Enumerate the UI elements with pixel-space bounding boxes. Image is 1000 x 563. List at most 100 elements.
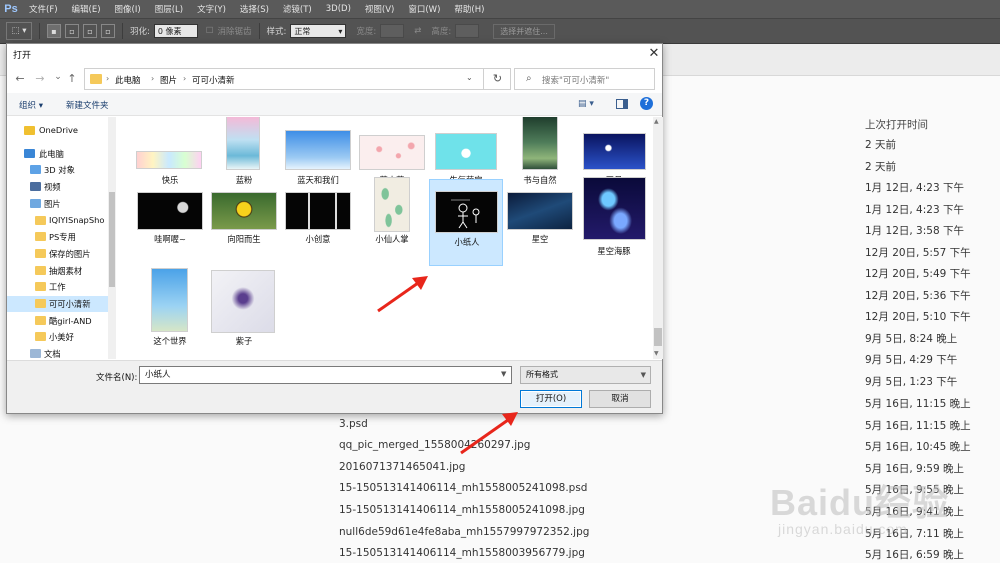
file-item[interactable]: 星空	[503, 189, 577, 267]
width-input[interactable]	[380, 24, 405, 38]
menu-layer[interactable]: 图层(L)	[148, 3, 190, 15]
sidebar-item-label: 视频	[44, 182, 61, 192]
last-opened-date: 1月 12日, 4:23 下午	[865, 204, 964, 216]
new-selection-button[interactable]: ▪	[47, 24, 61, 38]
add-selection-button[interactable]: ▫	[65, 24, 79, 38]
sidebar-item-documents[interactable]: 文档	[7, 346, 115, 359]
cancel-button[interactable]: 取消	[589, 390, 651, 408]
sidebar-item-folder[interactable]: 抽烟素材	[7, 263, 115, 279]
recent-file-name[interactable]: 3.psd	[339, 418, 368, 430]
up-arrow-icon[interactable]: ↑	[65, 72, 79, 85]
menu-select[interactable]: 选择(S)	[233, 3, 276, 15]
sidebar-item-folder[interactable]: 酷girl-AND	[7, 313, 115, 329]
menu-help[interactable]: 帮助(H)	[447, 3, 491, 15]
menu-edit[interactable]: 编辑(E)	[65, 3, 108, 15]
scroll-up-icon[interactable]: ▲	[654, 118, 659, 125]
sidebar-scrollbar[interactable]	[108, 117, 116, 359]
sidebar-item-videos[interactable]: 视频	[7, 179, 115, 195]
file-item-selected[interactable]: 小纸人	[429, 179, 503, 266]
height-input[interactable]	[455, 24, 480, 38]
file-list-scrollbar[interactable]: ▲ ▼	[653, 117, 663, 359]
file-item[interactable]: 哇啊喔~	[133, 189, 207, 267]
file-item[interactable]: 紫子	[207, 269, 281, 347]
last-opened-date: 1月 12日, 4:23 下午	[865, 182, 964, 194]
sidebar-item-folder[interactable]: IQIYISnapSho	[7, 213, 115, 229]
address-dropdown-icon[interactable]: ⌄	[466, 73, 473, 82]
dialog-toolbar: 组织 ▾ 新建文件夹 ▤ ▾ ?	[7, 93, 662, 116]
menu-filter[interactable]: 滤镜(T)	[276, 3, 319, 15]
sidebar-item-label: 3D 对象	[44, 165, 75, 175]
recent-file-name[interactable]: 15-150513141406114_mh1558003956779.jpg	[339, 547, 585, 559]
file-thumbnail	[435, 191, 498, 233]
file-type-select[interactable]: 所有格式 ▼	[520, 366, 651, 384]
address-bar[interactable]: › 此电脑 › 图片 › 可可小清新 ⌄ ↻	[84, 68, 511, 90]
sidebar-item-current-folder[interactable]: 可可小清新	[7, 296, 115, 312]
scroll-down-icon[interactable]: ▼	[654, 350, 659, 357]
breadcrumb-folder[interactable]: 可可小清新	[192, 74, 235, 86]
file-item[interactable]: 蓝粉	[207, 117, 281, 189]
preview-pane-icon[interactable]	[616, 99, 628, 109]
subtract-selection-button[interactable]: ▫	[83, 24, 97, 38]
feather-input[interactable]: 0 像素	[153, 24, 198, 38]
file-item[interactable]: 快乐	[133, 117, 207, 189]
file-item[interactable]: 小仙人掌	[355, 177, 429, 267]
chevron-down-icon[interactable]: ▼	[501, 370, 506, 378]
menu-file[interactable]: 文件(F)	[22, 3, 65, 15]
style-select[interactable]: 正常 ▾	[290, 24, 347, 38]
recent-file-name[interactable]: 2016071371465041.jpg	[339, 461, 465, 473]
back-arrow-icon[interactable]: ←	[13, 72, 27, 85]
breadcrumb-pictures[interactable]: 图片	[160, 74, 177, 86]
recent-file-name[interactable]: 15-150513141406114_mh1558005241098.psd	[339, 482, 587, 494]
open-button[interactable]: 打开(O)	[520, 390, 582, 408]
swap-icon[interactable]: ⇄	[414, 26, 421, 36]
recent-locations-chevron-icon[interactable]: ⌄	[51, 72, 65, 82]
sidebar-item-folder[interactable]: 小美好	[7, 329, 115, 345]
menu-image[interactable]: 图像(I)	[108, 3, 148, 15]
sidebar-item-folder[interactable]: 保存的图片	[7, 246, 115, 262]
file-item[interactable]: 星空海豚	[577, 177, 651, 267]
sidebar-item-this-pc[interactable]: 此电脑	[7, 146, 115, 162]
select-and-mask-button[interactable]: 选择并遮住...	[493, 23, 555, 39]
antialias-checkbox[interactable]: ☐	[206, 26, 214, 36]
refresh-icon[interactable]: ↻	[483, 69, 511, 89]
file-item[interactable]: 书与自然	[503, 117, 577, 189]
file-item[interactable]: 向阳而生	[207, 189, 281, 267]
scrollbar-thumb[interactable]	[109, 192, 115, 287]
sidebar-item-3d-objects[interactable]: 3D 对象	[7, 162, 115, 178]
file-item[interactable]: 这个世界	[133, 268, 207, 347]
organize-button[interactable]: 组织 ▾	[19, 99, 43, 111]
scrollbar-thumb[interactable]	[654, 328, 662, 346]
file-item[interactable]: 小创意	[281, 189, 355, 267]
file-thumbnail	[285, 130, 351, 170]
sidebar-item-label: 文档	[44, 349, 61, 359]
menu-type[interactable]: 文字(Y)	[190, 3, 233, 15]
recent-file-name[interactable]: null6de59d61e4fe8aba_mh1557997972352.jpg	[339, 526, 589, 538]
antialias-label: 消除锯齿	[217, 27, 252, 37]
menu-window[interactable]: 窗口(W)	[401, 3, 447, 15]
help-icon[interactable]: ?	[640, 97, 653, 110]
close-icon[interactable]: ✕	[647, 46, 661, 62]
folder-icon	[90, 74, 102, 84]
search-box[interactable]: ⌕ 搜索"可可小清新"	[514, 68, 655, 90]
sidebar-item-onedrive[interactable]: OneDrive	[7, 123, 115, 139]
breadcrumb-this-pc[interactable]: 此电脑	[115, 74, 141, 86]
change-view-icon[interactable]: ▤ ▾	[578, 99, 598, 110]
marquee-tool-preset[interactable]: ⬚ ▾	[6, 22, 32, 40]
filename-input[interactable]: 小纸人	[139, 366, 512, 384]
intersect-selection-button[interactable]: ▫	[101, 24, 115, 38]
search-icon: ⌕	[526, 73, 532, 84]
file-name: 蓝粉	[235, 175, 253, 185]
sidebar-item-pictures[interactable]: 图片	[7, 196, 115, 212]
folder-icon	[35, 299, 46, 308]
recent-file-name[interactable]: 15-150513141406114_mh1558005241098.jpg	[339, 504, 585, 516]
file-thumbnail	[522, 117, 558, 170]
file-item[interactable]: 蓝天和我们	[281, 117, 355, 189]
menu-3d[interactable]: 3D(D)	[319, 4, 358, 14]
new-folder-button[interactable]: 新建文件夹	[66, 99, 109, 111]
recent-file-name[interactable]: qq_pic_merged_1558004260297.jpg	[339, 439, 530, 451]
sidebar-item-folder[interactable]: 工作	[7, 279, 115, 295]
sidebar-item-label: 此电脑	[39, 149, 64, 159]
forward-arrow-icon[interactable]: →	[33, 72, 47, 85]
sidebar-item-folder[interactable]: PS专用	[7, 229, 115, 245]
menu-view[interactable]: 视图(V)	[358, 3, 401, 15]
